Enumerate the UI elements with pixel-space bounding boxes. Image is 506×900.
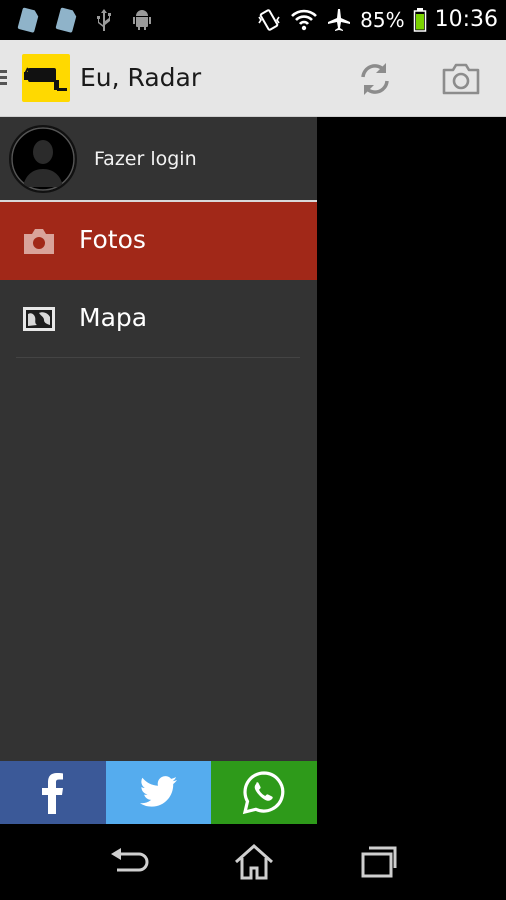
back-button[interactable] [104,842,154,882]
clock: 10:36 [434,7,498,32]
app-title: Eu, Radar [80,63,202,92]
drawer-item-fotos[interactable]: Fotos [0,202,317,280]
share-bar [0,761,318,824]
app-logo[interactable] [22,54,70,102]
facebook-icon [41,772,63,814]
recent-apps-button[interactable] [354,842,404,882]
notification-icons [16,7,154,33]
usb-icon [97,9,111,31]
back-icon [111,848,149,872]
sim-card-icon [17,7,39,33]
whatsapp-icon [243,770,285,814]
whatsapp-share-button[interactable] [211,761,318,824]
drawer-indicator-icon[interactable] [0,70,7,86]
system-status: 85% 10:36 [256,5,498,35]
recent-apps-icon [361,846,397,878]
camera-icon [24,229,54,254]
login-label: Fazer login [94,148,197,170]
refresh-icon [361,63,389,95]
login-row[interactable]: Fazer login [0,117,317,201]
refresh-button[interactable] [350,54,400,104]
drawer-item-label: Fotos [79,225,146,254]
system-nav-bar [0,824,506,900]
vibrate-icon [258,9,280,31]
home-icon [235,843,273,880]
camera-button[interactable] [436,54,486,104]
wifi-icon [291,9,318,31]
user-silhouette-icon [11,127,75,191]
battery-percent: 85% [360,8,405,32]
navigation-drawer: Fazer login Fotos Mapa [0,117,317,761]
camera-icon [442,63,480,95]
android-icon [133,10,151,30]
drawer-item-mapa[interactable]: Mapa [0,280,317,358]
twitter-share-button[interactable] [105,761,212,824]
radar-camera-icon [24,67,67,91]
facebook-share-button[interactable] [0,761,106,824]
action-bar: Eu, Radar [0,40,506,117]
twitter-icon [139,775,177,807]
divider [16,357,300,358]
map-icon [23,307,55,331]
drawer-item-label: Mapa [79,303,148,332]
avatar [9,125,77,193]
sim-card-icon [55,7,77,33]
battery-icon [413,8,426,32]
status-bar: 85% 10:36 [0,0,506,40]
home-button[interactable] [229,842,279,882]
airplane-icon [328,9,351,31]
